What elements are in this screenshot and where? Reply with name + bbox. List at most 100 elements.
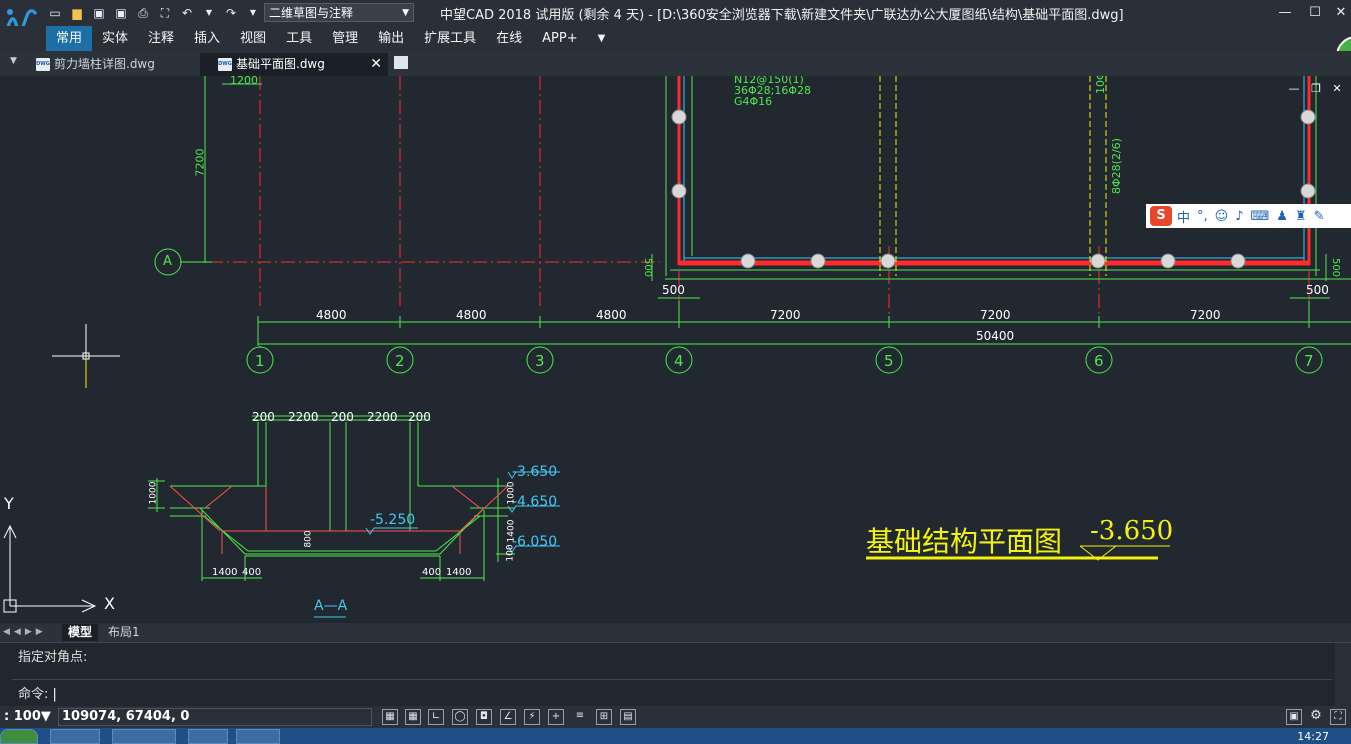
command-input[interactable]: 命令: | [18,683,57,702]
undo-icon[interactable]: ↶ [180,6,194,20]
tab-shear-wall[interactable]: DWG 剪力墙柱详图.dwg [18,53,208,76]
dim-text: 7200 [1190,308,1221,322]
polar-icon[interactable]: ◯ [452,709,468,725]
dim-text: 500 [662,283,685,297]
zoom-extents-icon[interactable]: ⛶ [158,6,172,20]
scale-value: : 100 [4,709,41,724]
close-button[interactable]: ✕ [1326,2,1351,24]
ucs-x-label: X [104,594,115,613]
menu-manage[interactable]: 管理 [322,26,368,51]
window-title: 中望CAD 2018 试用版 (剩余 4 天) - [D:\360安全浏览器下载… [440,8,1124,23]
otrack-icon[interactable]: ∠ [500,709,516,725]
redo-icon[interactable]: ↷ [224,6,238,20]
elevation-text: -4.650 [512,494,558,510]
tab-layout1[interactable]: 布局1 [102,624,146,641]
menu-online[interactable]: 在线 [486,26,532,51]
fullscreen-icon[interactable]: ⛶ [1330,709,1346,725]
workspace-icon[interactable]: ▣ [1286,709,1302,725]
menu-solid[interactable]: 实体 [92,26,138,51]
tab-foundation-plan[interactable]: DWG 基础平面图.dwg ✕ [200,53,388,76]
settings-gear-icon[interactable]: ⚙ [1308,709,1324,725]
menu-view[interactable]: 视图 [230,26,276,51]
menu-tools[interactable]: 工具 [276,26,322,51]
ortho-icon[interactable]: ∟ [428,709,444,725]
rebar-text: 8Φ28(2/6) [1110,138,1123,194]
section-dim: 800 [303,530,314,548]
tab-model[interactable]: 模型 [62,624,99,641]
save-as-icon[interactable]: ▣ [114,6,128,20]
menu-bar: 常用 实体 注释 插入 视图 工具 管理 输出 扩展工具 在线 APP+ ▼ [0,26,1351,51]
skin-icon[interactable]: ♜ [1295,209,1307,224]
dim-text: 4800 [456,308,487,322]
doc-close-button[interactable]: ✕ [1330,82,1344,95]
sogou-logo-icon: S [1150,206,1172,226]
axis-label: 5 [884,352,894,370]
doc-minimize-button[interactable]: — [1287,82,1301,95]
taskbar-explorer[interactable] [112,729,176,744]
annotation-icon[interactable]: ▤ [620,709,636,725]
user-icon[interactable]: ♟ [1276,209,1288,224]
minimize-button[interactable]: — [1270,2,1300,24]
keyboard-icon[interactable]: ⌨ [1251,209,1270,224]
emoji-icon[interactable]: ☺ [1215,209,1229,224]
layout-tab-bar: ◀◀▶▶ 模型 布局1 [0,623,1351,642]
mic-icon[interactable]: ♪ [1235,209,1243,224]
menu-common[interactable]: 常用 [46,26,93,51]
wrench-icon[interactable]: ✎ [1314,209,1325,224]
drawing-canvas[interactable]: 1200 7200 A N12@150(1) 36Φ28;16Φ28 G4Φ16… [0,76,1351,623]
ime-toolbar[interactable]: S 中 °, ☺ ♪ ⌨ ♟ ♜ ✎ [1146,204,1351,228]
taskbar-cad[interactable] [236,729,280,744]
ucs-icon [3,524,97,613]
selection-icon[interactable]: ⊞ [596,709,612,725]
annotation-scale[interactable]: : 100▼ [4,709,51,724]
quick-access-toolbar: ▭ ▆ ▣ ▣ ⎙ ⛶ ↶ ▼ ↷ ▼ ? [48,4,290,22]
tab-list-icon[interactable]: ▼ [10,56,17,66]
command-history: 指定对角点: [18,650,88,665]
axis-label: 1 [255,352,265,370]
command-scrollbar[interactable] [1335,643,1351,707]
start-button[interactable] [0,729,38,744]
doc-restore-button[interactable]: ❐ [1309,82,1323,95]
section-dim: 1400 [212,567,238,578]
save-icon[interactable]: ▣ [92,6,106,20]
grid-icon[interactable]: ▦ [405,709,421,725]
menu-lines-icon[interactable]: ≡ [572,709,588,725]
workspace-select[interactable]: 二维草图与注释 ▼ [264,3,414,22]
section-dim: 400 [422,567,442,578]
menu-insert[interactable]: 插入 [184,26,230,51]
menu-app[interactable]: APP+ [532,26,587,51]
osnap-icon[interactable]: ◘ [476,709,492,725]
section-outline [169,485,509,554]
lineweight-icon[interactable]: + [548,709,564,725]
menu-extensions[interactable]: 扩展工具 [414,26,486,51]
plan-title: 基础结构平面图 [866,525,1063,558]
print-icon[interactable]: ⎙ [136,6,150,20]
undo-dropdown-icon[interactable]: ▼ [202,6,216,20]
taskbar-app[interactable] [188,729,228,744]
new-file-icon[interactable]: ▭ [48,6,62,20]
section-dim: 1000 [148,481,159,505]
section-dim: 2200 [367,410,398,424]
redo-dropdown-icon[interactable]: ▼ [246,6,260,20]
ime-mode[interactable]: 中 [1177,207,1190,226]
close-tab-icon[interactable]: ✕ [370,53,382,76]
taskbar-browser[interactable] [50,729,100,744]
snap-grid-icon[interactable]: ▦ [382,709,398,725]
axis-label-a: A [163,254,172,269]
axis-label: 2 [395,352,405,370]
open-folder-icon[interactable]: ▆ [70,6,84,20]
section-dim: 1400 [506,519,517,543]
section-label: A—A [314,598,348,614]
elevation-text: -5.250 [370,512,416,528]
ime-punct[interactable]: °, [1197,209,1208,224]
layout-nav-arrows-icon[interactable]: ◀◀▶▶ [0,623,47,642]
dim-total: 50400 [976,329,1015,343]
dim-text: 7200 [980,308,1011,322]
cursor-coordinates: 109074, 67404, 0 [62,709,190,724]
dyn-icon[interactable]: ⚡ [524,709,540,725]
ribbon-toggle-icon[interactable]: ▼ [588,26,616,51]
menu-annotate[interactable]: 注释 [138,26,184,51]
menu-output[interactable]: 输出 [368,26,414,51]
new-tab-icon[interactable] [394,56,408,69]
section-dim: 200 [331,410,354,424]
